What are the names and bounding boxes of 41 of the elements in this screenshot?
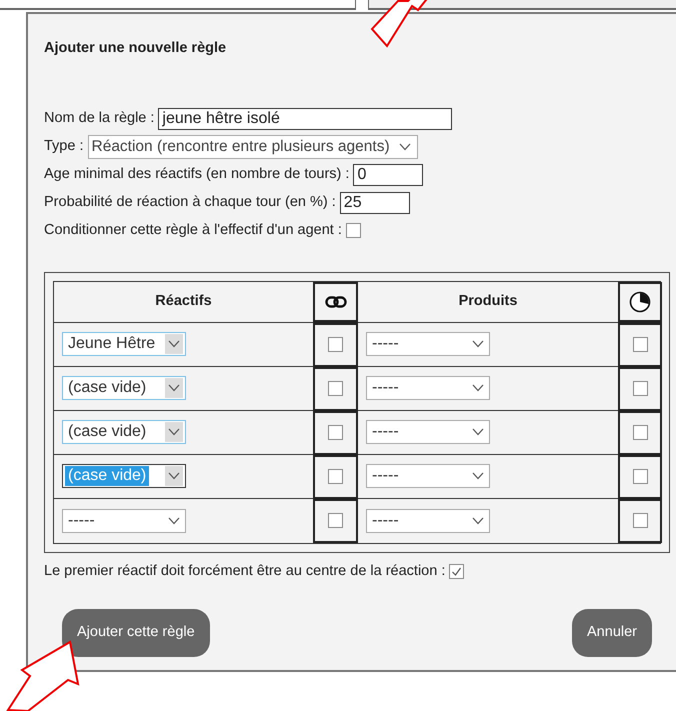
checkbox[interactable] [632,425,648,440]
column-header: Produits [358,282,618,323]
field-label: Nom de la règle : [44,108,154,128]
checkbox[interactable] [346,223,361,238]
field-label: Conditionner cette règle à l'effectif d'un agent : [44,220,342,240]
checkbox[interactable] [632,513,648,528]
checkbox[interactable] [449,564,464,580]
chevron-down-icon [165,378,183,398]
checkbox[interactable] [632,337,648,352]
chevron-down-icon [165,422,183,442]
dropdown[interactable]: Jeune Hêtre [62,332,186,356]
field-label: Type : [44,136,84,156]
column-header: Réactifs [54,282,313,323]
dropdown[interactable]: ----- [366,464,490,488]
field-label: Probabilité de réaction à chaque tour (en %) : [44,192,336,212]
dropdown[interactable]: (case vide) [62,420,186,444]
checkbox[interactable] [632,381,648,396]
chevron-down-icon [165,334,183,354]
checkbox[interactable] [328,513,343,528]
clock-icon [629,290,651,313]
type-dropdown[interactable]: Réaction (rencontre entre plusieurs agents) [88,134,418,159]
dropdown[interactable]: ----- [366,508,490,533]
dropdown[interactable]: ----- [366,332,490,356]
checkbox[interactable] [632,469,648,484]
checkbox[interactable] [328,337,343,352]
text-field[interactable]: 0 [353,164,424,186]
field-label: Age minimal des réactifs (en nombre de tours) : [44,164,350,184]
dropdown[interactable]: ----- [62,508,186,533]
text-field[interactable]: 25 [340,192,410,214]
cancel-button[interactable]: Annuler [572,608,652,657]
option-label: Le premier réactif doit forcément être au centre de la réaction : [44,562,446,581]
checkbox[interactable] [328,381,343,396]
checkbox[interactable] [328,469,343,484]
dropdown[interactable]: ----- [366,376,490,400]
link-icon [324,296,346,308]
dropdown[interactable]: ----- [366,420,490,444]
chevron-down-icon [165,466,183,486]
dropdown[interactable]: (case vide) [62,376,186,400]
add-rule-button[interactable]: Ajouter cette règle [62,608,210,657]
checkbox[interactable] [328,425,343,440]
dialog-title: Ajouter une nouvelle règle [44,39,228,58]
